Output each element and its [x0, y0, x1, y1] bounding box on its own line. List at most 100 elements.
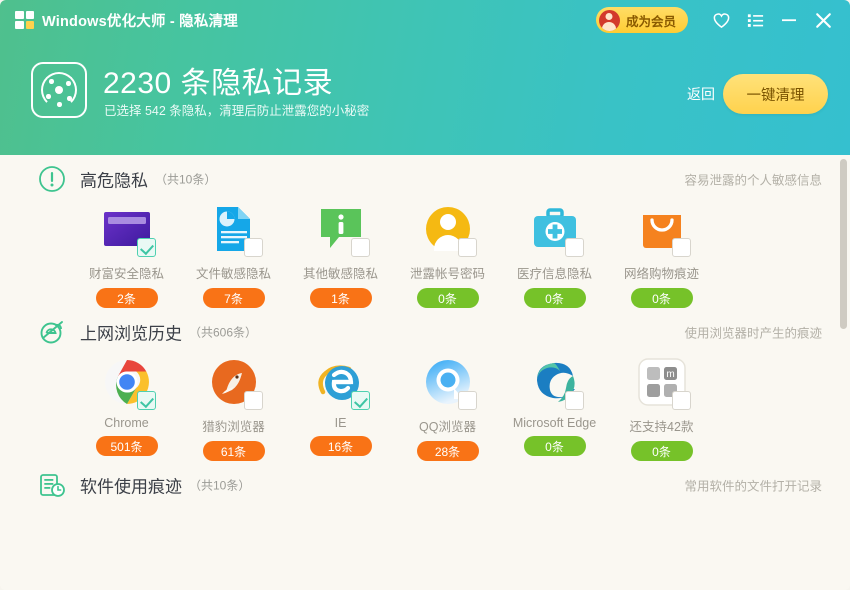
item-checkbox[interactable] [671, 391, 691, 410]
info-bubble-icon [315, 203, 370, 257]
section: 软件使用痕迹 （共10条） 常用软件的文件打开记录 [0, 461, 850, 509]
privacy-item[interactable]: QQ浏览器 28条 [394, 356, 501, 461]
chrome-icon [101, 356, 156, 410]
user-avatar-icon [598, 9, 620, 31]
item-count-badge: 16条 [309, 436, 372, 456]
close-icon[interactable] [806, 0, 840, 40]
section-header: 软件使用痕迹 （共10条） 常用软件的文件打开记录 [0, 461, 850, 509]
software-history-icon [38, 471, 66, 499]
section-item-row: Chrome 501条 猎豹浏览器 61条 IE 16条 QQ浏览器 28条 M… [0, 356, 850, 461]
item-checkbox[interactable] [350, 391, 370, 410]
item-checkbox[interactable] [564, 391, 584, 410]
item-label: 医疗信息隐私 [516, 267, 592, 281]
item-checkbox[interactable] [564, 238, 584, 257]
item-count-badge: 501条 [95, 436, 158, 456]
item-count-badge: 7条 [202, 288, 265, 308]
privacy-item[interactable]: 其他敏感隐私 1条 [287, 203, 394, 308]
privacy-item[interactable]: Microsoft Edge 0条 [501, 356, 608, 461]
section: 高危隐私 （共10条） 容易泄露的个人敏感信息 财富安全隐私 2条 文件敏感隐私… [0, 155, 850, 308]
item-label: 泄露帐号密码 [409, 267, 485, 281]
app-window: Windows优化大师 - 隐私清理 成为会员 2230 条隐私记录 已选择 5… [0, 0, 850, 590]
privacy-item[interactable]: 网络购物痕迹 0条 [608, 203, 715, 308]
item-checkbox[interactable] [136, 391, 156, 410]
item-label: 文件敏感隐私 [195, 267, 271, 281]
item-checkbox[interactable] [671, 238, 691, 257]
privacy-item[interactable]: IE 16条 [287, 356, 394, 461]
section-description: 常用软件的文件打开记录 [684, 479, 822, 494]
item-label: 网络购物痕迹 [623, 267, 699, 281]
user-account-icon [422, 203, 477, 257]
app-title: Windows优化大师 - 隐私清理 [42, 13, 238, 30]
page-title: 2230 条隐私记录 [103, 67, 334, 100]
one-click-clean-button[interactable]: 一键清理 [723, 74, 828, 114]
section-description: 使用浏览器时产生的痕迹 [684, 326, 822, 341]
section-title: 上网浏览历史 [80, 324, 182, 344]
minimize-icon[interactable] [772, 0, 806, 40]
windows-squares-logo-icon [15, 11, 34, 29]
privacy-item[interactable]: 财富安全隐私 2条 [73, 203, 180, 308]
privacy-disc-icon [31, 62, 87, 118]
item-label: Microsoft Edge [512, 416, 597, 430]
privacy-item[interactable]: 医疗信息隐私 0条 [501, 203, 608, 308]
section-description: 容易泄露的个人敏感信息 [684, 173, 822, 188]
section-count: （共606条） [189, 325, 258, 340]
item-checkbox[interactable] [457, 238, 477, 257]
item-checkbox[interactable] [243, 238, 263, 257]
document-chart-icon [208, 203, 263, 257]
cheetah-icon [208, 356, 263, 410]
scrollbar-thumb[interactable] [840, 159, 847, 329]
edge-icon [529, 356, 584, 410]
section-header: 高危隐私 （共10条） 容易泄露的个人敏感信息 [0, 155, 850, 203]
item-label: 其他敏感隐私 [302, 267, 378, 281]
content-scroll-area[interactable]: 高危隐私 （共10条） 容易泄露的个人敏感信息 财富安全隐私 2条 文件敏感隐私… [0, 155, 850, 590]
item-checkbox[interactable] [457, 391, 477, 410]
item-label: IE [334, 416, 347, 430]
section-title: 高危隐私 [80, 171, 148, 191]
item-count-badge: 0条 [630, 441, 693, 461]
section: 上网浏览历史 （共606条） 使用浏览器时产生的痕迹 Chrome 501条 猎… [0, 308, 850, 461]
svg-text:m: m [666, 369, 674, 380]
credit-card-icon [101, 203, 156, 257]
item-count-badge: 0条 [416, 288, 479, 308]
become-member-button[interactable]: 成为会员 [595, 7, 688, 33]
item-count-badge: 0条 [523, 436, 586, 456]
warning-exclamation-icon [38, 165, 66, 193]
banner-body: 2230 条隐私记录 已选择 542 条隐私，清理后防止泄露您的小秘密 返回 一… [0, 48, 850, 148]
item-count-badge: 1条 [309, 288, 372, 308]
item-count-badge: 0条 [630, 288, 693, 308]
item-count-badge: 2条 [95, 288, 158, 308]
item-checkbox[interactable] [136, 238, 156, 257]
item-label: 财富安全隐私 [88, 267, 164, 281]
medical-kit-icon [529, 203, 584, 257]
item-checkbox[interactable] [243, 391, 263, 410]
titlebar-controls: 成为会员 [595, 0, 850, 40]
privacy-item[interactable]: 猎豹浏览器 61条 [180, 356, 287, 461]
list-menu-icon[interactable] [738, 0, 772, 40]
privacy-item[interactable]: m 还支持42款 0条 [608, 356, 715, 461]
section-header: 上网浏览历史 （共606条） 使用浏览器时产生的痕迹 [0, 308, 850, 356]
item-count-badge: 28条 [416, 441, 479, 461]
section-count: （共10条） [189, 478, 251, 493]
back-link[interactable]: 返回 [687, 84, 715, 104]
section-title: 软件使用痕迹 [80, 477, 182, 497]
item-label: Chrome [104, 416, 149, 430]
privacy-item[interactable]: 文件敏感隐私 7条 [180, 203, 287, 308]
item-count-badge: 61条 [202, 441, 265, 461]
item-checkbox[interactable] [350, 238, 370, 257]
item-label: 猎豹浏览器 [202, 420, 265, 434]
section-count: （共10条） [155, 172, 217, 187]
header-banner: Windows优化大师 - 隐私清理 成为会员 2230 条隐私记录 已选择 5… [0, 0, 850, 155]
title-bar: Windows优化大师 - 隐私清理 成为会员 [0, 0, 850, 40]
browser-globe-icon [38, 318, 66, 346]
privacy-item[interactable]: Chrome 501条 [73, 356, 180, 461]
ie-icon [315, 356, 370, 410]
qq-browser-icon [422, 356, 477, 410]
heart-icon[interactable] [704, 0, 738, 40]
shopping-bag-icon [636, 203, 691, 257]
more-browsers-icon: m [636, 356, 691, 410]
privacy-item[interactable]: 泄露帐号密码 0条 [394, 203, 501, 308]
item-label: 还支持42款 [629, 420, 694, 434]
vip-label: 成为会员 [625, 14, 676, 29]
item-label: QQ浏览器 [419, 420, 476, 434]
section-item-row: 财富安全隐私 2条 文件敏感隐私 7条 其他敏感隐私 1条 泄露帐号密码 0条 … [0, 203, 850, 308]
